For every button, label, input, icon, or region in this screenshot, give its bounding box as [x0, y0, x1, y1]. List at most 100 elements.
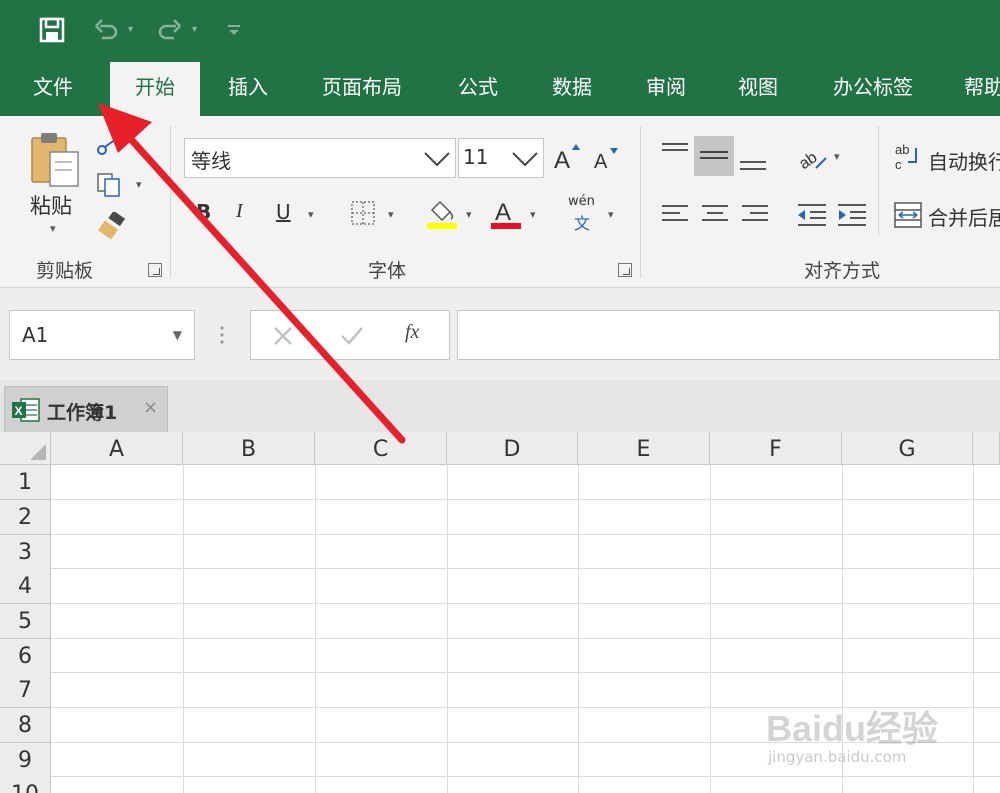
column-header[interactable]: C [315, 432, 447, 465]
row-header[interactable]: 3 [0, 535, 51, 570]
italic-button[interactable]: I [236, 200, 243, 223]
enter-icon[interactable] [339, 324, 365, 352]
copy-dropdown-icon[interactable]: ▾ [136, 178, 142, 191]
name-box[interactable]: A1 ▼ [9, 310, 195, 360]
row-header[interactable]: 5 [0, 604, 51, 639]
font-size-value: 11 [463, 145, 489, 169]
increase-indent-icon[interactable] [836, 202, 868, 232]
separator [170, 126, 171, 278]
name-box-dropdown-icon[interactable]: ▼ [173, 311, 182, 359]
gridline [51, 603, 1000, 604]
wrap-text-icon[interactable]: ab c [894, 142, 922, 176]
underline-dropdown-icon[interactable]: ▾ [308, 208, 314, 221]
decrease-indent-icon[interactable] [796, 202, 828, 232]
gridline [578, 465, 579, 793]
font-name-box[interactable]: 等线 [184, 138, 456, 178]
row-header[interactable]: 8 [0, 708, 51, 743]
name-box-value: A1 [22, 323, 49, 347]
font-name-dropdown-icon[interactable] [423, 147, 451, 173]
paste-dropdown-icon[interactable]: ▾ [50, 222, 56, 235]
svg-text:ab: ab [895, 142, 909, 157]
formula-bar-grip-icon[interactable] [218, 324, 226, 350]
tab-insert[interactable]: 插入 [202, 62, 294, 116]
tab-file[interactable]: 文件 [0, 62, 106, 116]
font-size-dropdown-icon[interactable] [511, 147, 539, 173]
row-header[interactable]: 2 [0, 500, 51, 535]
column-header[interactable]: B [183, 432, 315, 465]
save-icon[interactable] [36, 14, 68, 46]
svg-text:c: c [895, 157, 902, 172]
tab-help[interactable]: 帮助 [950, 62, 1000, 116]
fill-color-dropdown-icon[interactable]: ▾ [466, 208, 472, 221]
excel-file-icon: X [11, 396, 41, 428]
copy-icon[interactable] [96, 172, 126, 202]
phonetic-bottom-text: 文 [574, 214, 591, 233]
tab-view[interactable]: 视图 [712, 62, 804, 116]
insert-function-icon[interactable]: fx [405, 321, 419, 344]
separator [640, 126, 641, 278]
select-all-corner[interactable] [0, 432, 51, 465]
svg-text:A: A [554, 147, 570, 172]
bold-button[interactable]: B [196, 200, 211, 224]
tab-formulas[interactable]: 公式 [432, 62, 524, 116]
align-left-icon[interactable] [660, 202, 690, 230]
align-center-icon[interactable] [700, 202, 730, 230]
undo-icon[interactable] [90, 14, 122, 46]
align-right-icon[interactable] [740, 202, 770, 230]
phonetic-dropdown-icon[interactable]: ▾ [608, 208, 614, 221]
row-header[interactable]: 1 [0, 465, 51, 500]
column-header[interactable] [973, 432, 1000, 465]
gridline [51, 499, 1000, 500]
column-header[interactable]: D [447, 432, 578, 465]
orientation-dropdown-icon[interactable]: ▾ [834, 150, 840, 163]
column-header[interactable]: G [842, 432, 973, 465]
redo-icon[interactable] [154, 14, 186, 46]
redo-dropdown-icon[interactable]: ▾ [192, 24, 197, 35]
row-header[interactable]: 10 [0, 777, 51, 793]
tab-office-tabs[interactable]: 办公标签 [808, 62, 938, 116]
cut-icon[interactable] [96, 134, 124, 160]
paste-icon[interactable] [28, 130, 82, 194]
wrap-text-label[interactable]: 自动换行 [928, 146, 1000, 175]
column-header[interactable]: E [578, 432, 710, 465]
clipboard-launcher-icon[interactable] [148, 263, 162, 277]
orientation-icon[interactable]: ab [796, 140, 830, 178]
ribbon-home: 粘贴 ▾ ▾ 剪贴板 等线 11 A A B I U ▾ ▾ ▾ A ▾ wén… [0, 116, 1000, 288]
tab-review[interactable]: 审阅 [620, 62, 712, 116]
formula-input[interactable] [457, 310, 1000, 360]
decrease-font-size-icon[interactable]: A [594, 146, 620, 176]
row-header[interactable]: 4 [0, 569, 51, 604]
font-color-dropdown-icon[interactable]: ▾ [530, 208, 536, 221]
paste-button-label[interactable]: 粘贴 [30, 190, 72, 220]
border-dropdown-icon[interactable]: ▾ [388, 208, 394, 221]
phonetic-guide-icon[interactable]: wén 文 [568, 194, 600, 234]
align-top-icon[interactable] [660, 140, 690, 168]
font-color-icon[interactable]: A [490, 196, 522, 234]
underline-button[interactable]: U [276, 200, 291, 224]
merge-center-label[interactable]: 合并后居中 [928, 202, 1000, 231]
align-bottom-icon[interactable] [738, 152, 768, 180]
row-header[interactable]: 7 [0, 673, 51, 708]
tab-home[interactable]: 开始 [110, 62, 200, 116]
workbook-tab-name: 工作簿1 [47, 402, 118, 424]
close-icon[interactable]: × [143, 397, 158, 418]
cancel-icon[interactable] [271, 324, 295, 352]
fill-color-icon[interactable] [426, 196, 458, 234]
undo-dropdown-icon[interactable]: ▾ [128, 24, 133, 35]
column-header[interactable]: A [51, 432, 183, 465]
formula-bar: A1 ▼ fx [0, 288, 1000, 380]
font-size-box[interactable]: 11 [458, 138, 544, 178]
font-launcher-icon[interactable] [618, 263, 632, 277]
customize-qat-icon[interactable] [218, 14, 250, 46]
align-middle-icon[interactable] [694, 136, 734, 176]
row-header[interactable]: 9 [0, 743, 51, 778]
format-painter-icon[interactable] [98, 210, 128, 244]
column-header[interactable]: F [710, 432, 842, 465]
border-icon[interactable] [350, 200, 376, 230]
merge-center-icon[interactable] [894, 202, 922, 232]
tab-data[interactable]: 数据 [526, 62, 618, 116]
workbook-tab[interactable]: X 工作簿1 × [4, 386, 168, 432]
row-header[interactable]: 6 [0, 639, 51, 674]
increase-font-size-icon[interactable]: A [554, 142, 582, 176]
tab-page-layout[interactable]: 页面布局 [298, 62, 426, 116]
